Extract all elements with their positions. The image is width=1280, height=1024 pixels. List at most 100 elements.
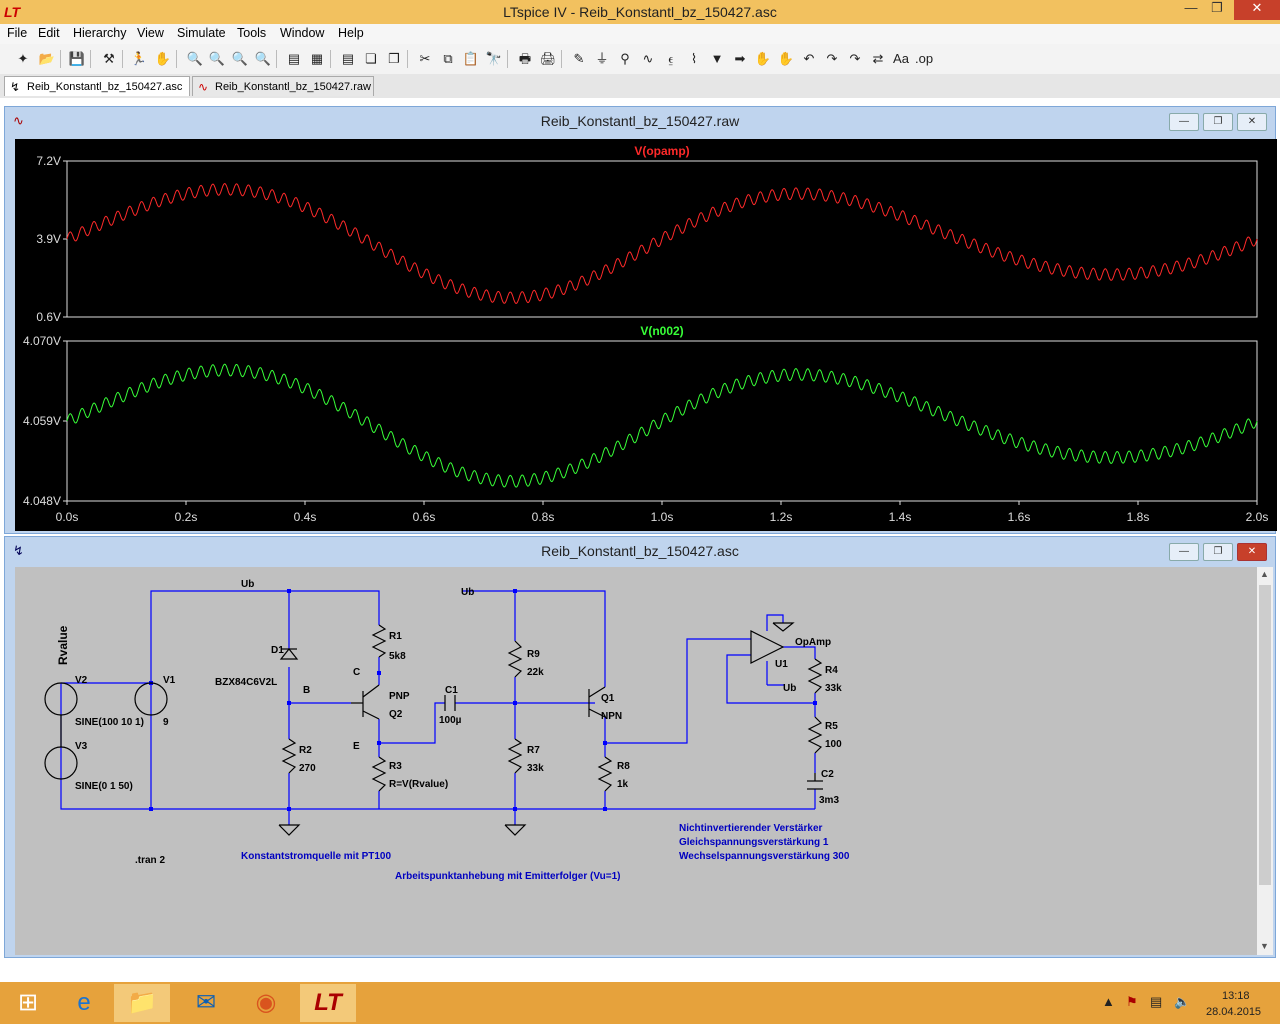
run-icon[interactable]: 🏃	[130, 50, 148, 68]
schematic-comments: Konstantstromquelle mit PT100 Arbeitspun…	[241, 823, 850, 882]
autorange-icon[interactable]: ▤	[285, 50, 303, 68]
d1-name: D1	[271, 645, 284, 656]
outlook-icon[interactable]: ✉	[178, 984, 234, 1022]
wire-icon[interactable]: ✎	[570, 50, 588, 68]
ltspice-taskbar-icon[interactable]: LT	[300, 984, 356, 1022]
r8-symbol	[597, 756, 613, 792]
zoom-fit-icon[interactable]: 🔍	[208, 50, 226, 68]
rotate-icon[interactable]: ↷	[846, 50, 864, 68]
new-schematic-icon[interactable]: ✦	[14, 50, 32, 68]
scroll-down-icon[interactable]: ▼	[1260, 941, 1269, 951]
pan-icon[interactable]: ✋	[154, 50, 172, 68]
cut-icon[interactable]: ✂	[416, 50, 434, 68]
maximize-button[interactable]: ❐	[1204, 0, 1230, 20]
redo-icon[interactable]: ↷	[823, 50, 841, 68]
schematic-close-button[interactable]: ✕	[1237, 543, 1267, 561]
label-e: E	[353, 741, 360, 752]
clock-time[interactable]: 13:18	[1222, 990, 1250, 1002]
x-tick-label: 0.6s	[413, 510, 436, 524]
waveform-minimize-button[interactable]: —	[1169, 113, 1199, 131]
waveform-close-button[interactable]: ✕	[1237, 113, 1267, 131]
control-panel-icon[interactable]: ⚒	[100, 50, 118, 68]
c1-name: C1	[445, 685, 458, 696]
drag-icon[interactable]: ✋	[777, 50, 795, 68]
move-icon[interactable]: ✋	[754, 50, 772, 68]
ground-symbol	[504, 824, 527, 836]
trace-0[interactable]	[66, 183, 1258, 304]
schematic-drawing[interactable]: Ub Ub Ub B C E Rvalue V2 SINE(100 10 1) …	[15, 567, 1257, 955]
minimize-button[interactable]: —	[1178, 0, 1204, 20]
scroll-up-icon[interactable]: ▲	[1260, 569, 1269, 579]
waveform-restore-button[interactable]: ❐	[1203, 113, 1233, 131]
schematic-minimize-button[interactable]: —	[1169, 543, 1199, 561]
grid-icon[interactable]: ▦	[308, 50, 326, 68]
menu-hierarchy[interactable]: Hierarchy	[73, 26, 127, 40]
waveform-window-title: Reib_Konstantl_bz_150427.raw	[540, 113, 740, 129]
open-icon[interactable]: 📂	[38, 50, 56, 68]
x-tick-label: 1.0s	[651, 510, 674, 524]
file-explorer-icon[interactable]: 📁	[114, 984, 170, 1022]
text-icon[interactable]: Aa	[892, 50, 910, 68]
tray-expand-icon[interactable]: ▲	[1102, 994, 1115, 1009]
tile-vertical-icon[interactable]: ❐	[385, 50, 403, 68]
zoom-out-icon[interactable]: 🔍	[231, 50, 249, 68]
paste-icon[interactable]: 📋	[462, 50, 480, 68]
plot-pane[interactable]: 7.2V 3.9V 0.6V V(opamp) 4.070V 4.059V 4.048V V(…	[15, 139, 1277, 531]
component-icon[interactable]: ➡	[731, 50, 749, 68]
action-center-icon[interactable]: ⚑	[1126, 994, 1138, 1010]
zoom-in-icon[interactable]: 🔍	[186, 50, 204, 68]
capacitor-icon[interactable]: ⍷	[662, 50, 680, 68]
menu-window[interactable]: Window	[280, 26, 324, 40]
schematic-window[interactable]: ↯ Reib_Konstantl_bz_150427.asc — ❐ ✕ Ub …	[4, 536, 1276, 958]
tile-horizontal-icon[interactable]: ▤	[339, 50, 357, 68]
inductor-icon[interactable]: ⌇	[685, 50, 703, 68]
copy-icon[interactable]: ⧉	[439, 50, 457, 68]
y-tick-label: 4.070V	[23, 334, 61, 348]
toolbar-separator	[407, 50, 408, 68]
print-icon[interactable]: 🖨	[539, 50, 557, 68]
schematic-canvas[interactable]: Ub Ub Ub B C E Rvalue V2 SINE(100 10 1) …	[15, 567, 1257, 955]
scroll-thumb[interactable]	[1259, 585, 1271, 885]
resistor-icon[interactable]: ∿	[639, 50, 657, 68]
menu-simulate[interactable]: Simulate	[177, 26, 226, 40]
firefox-icon[interactable]: ◉	[238, 984, 294, 1022]
cascade-icon[interactable]: ❏	[362, 50, 380, 68]
tab-waveform[interactable]: ∿ Reib_Konstantl_bz_150427.raw	[192, 76, 374, 96]
windows-start-icon[interactable]: ⊞	[0, 984, 56, 1022]
vertical-scrollbar[interactable]: ▲ ▼	[1257, 567, 1273, 955]
save-icon[interactable]: 💾	[68, 50, 86, 68]
spice-directive-icon[interactable]: .op	[915, 50, 933, 68]
trace-1[interactable]	[66, 363, 1258, 488]
zoom-cancel-icon[interactable]: 🔍	[254, 50, 272, 68]
print-preview-icon[interactable]: 🖶	[516, 50, 534, 68]
y-tick-label: 7.2V	[36, 154, 61, 168]
menu-help[interactable]: Help	[338, 26, 364, 40]
series-label-0[interactable]: V(opamp)	[634, 144, 689, 158]
menu-edit[interactable]: Edit	[38, 26, 60, 40]
mirror-icon[interactable]: ⇄	[869, 50, 887, 68]
volume-icon[interactable]: 🔈	[1174, 994, 1190, 1010]
network-icon[interactable]: ▤	[1150, 994, 1162, 1010]
internet-explorer-icon[interactable]: e	[56, 984, 112, 1022]
r7-value: 33k	[527, 763, 544, 774]
tab-label: Reib_Konstantl_bz_150427.asc	[27, 81, 183, 93]
find-icon[interactable]: 🔭	[485, 50, 503, 68]
close-button[interactable]: ✕	[1234, 0, 1280, 20]
menu-file[interactable]: File	[7, 26, 27, 40]
menu-view[interactable]: View	[137, 26, 164, 40]
v3-value: SINE(0 1 50)	[75, 781, 133, 792]
schematic-restore-button[interactable]: ❐	[1203, 543, 1233, 561]
diode-icon[interactable]: ▼	[708, 50, 726, 68]
undo-icon[interactable]: ↶	[800, 50, 818, 68]
waveform-window[interactable]: ∿ Reib_Konstantl_bz_150427.raw — ❐ ✕ 7.2…	[4, 106, 1277, 534]
series-label-1[interactable]: V(n002)	[640, 324, 683, 338]
ground-symbol	[278, 824, 301, 836]
menu-tools[interactable]: Tools	[237, 26, 266, 40]
waveform-plot[interactable]: 7.2V 3.9V 0.6V V(opamp) 4.070V 4.059V 4.048V V(…	[15, 139, 1277, 531]
v2-name: V2	[75, 675, 88, 686]
label-net-icon[interactable]: ⚲	[616, 50, 634, 68]
tab-schematic[interactable]: ↯ Reib_Konstantl_bz_150427.asc	[4, 76, 190, 96]
ground-icon[interactable]: ⏚	[593, 50, 611, 68]
clock-date[interactable]: 28.04.2015	[1206, 1006, 1261, 1018]
toolbar-separator	[176, 50, 177, 68]
